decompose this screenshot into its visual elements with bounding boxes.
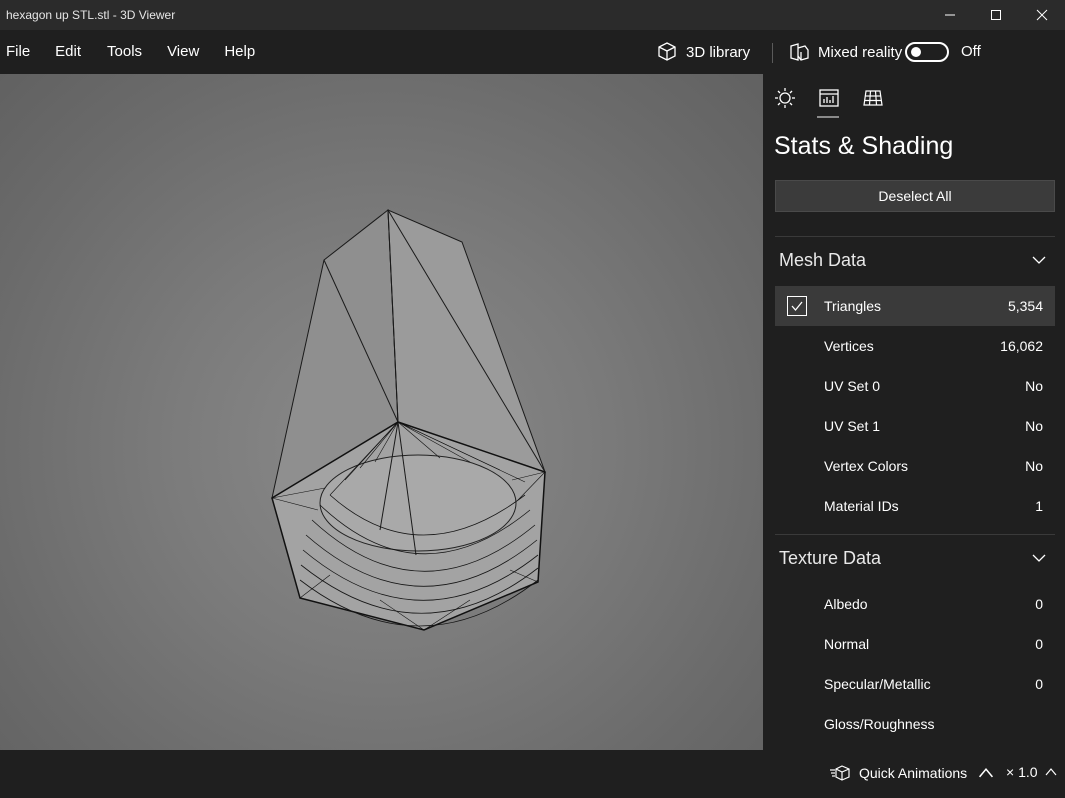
cube-icon [658, 42, 676, 61]
mesh-row-uv-set-1[interactable]: UV Set 1 No [775, 406, 1055, 446]
menu-file[interactable]: File [0, 30, 36, 74]
texture-data-header[interactable]: Texture Data [775, 538, 1055, 578]
triangles-checkbox[interactable] [787, 296, 807, 316]
3d-library-button[interactable]: 3D library [656, 30, 750, 74]
texture-data-title: Texture Data [779, 547, 882, 568]
section-divider [775, 236, 1055, 237]
bottom-bar: Quick Animations × 1.0 [0, 750, 1065, 798]
toolbar-divider [772, 43, 773, 63]
chevron-down-icon [1032, 256, 1046, 264]
row-label: Normal [824, 636, 870, 652]
speed-label: × 1.0 [1006, 764, 1038, 780]
mesh-row-vertices[interactable]: Vertices 16,062 [775, 326, 1055, 366]
row-value: 1 [1035, 498, 1043, 514]
row-label: Vertices [824, 338, 874, 354]
hexagon-model[interactable] [0, 74, 763, 750]
menu-tools[interactable]: Tools [101, 30, 148, 74]
tab-lighting[interactable] [773, 86, 797, 110]
mesh-row-vertex-colors[interactable]: Vertex Colors No [775, 446, 1055, 486]
chevron-up-icon [1045, 768, 1056, 776]
tab-stats-shading[interactable] [817, 86, 841, 110]
row-value: 0 [1035, 596, 1043, 612]
animation-icon [830, 765, 850, 781]
grid-icon [863, 90, 883, 106]
row-value: No [1025, 458, 1043, 474]
deselect-all-button[interactable]: Deselect All [775, 180, 1055, 212]
row-value: No [1025, 418, 1043, 434]
menu-help[interactable]: Help [218, 30, 261, 74]
mixed-reality-button[interactable]: Mixed reality [788, 30, 902, 74]
row-label: Material IDs [824, 498, 899, 514]
mesh-row-uv-set-0[interactable]: UV Set 0 No [775, 366, 1055, 406]
menu-edit[interactable]: Edit [49, 30, 87, 74]
panel-title: Stats & Shading [774, 132, 954, 160]
chevron-up-icon [979, 767, 994, 778]
row-value: No [1025, 378, 1043, 394]
texture-row-normal[interactable]: Normal 0 [775, 624, 1055, 664]
texture-row-gloss-roughness[interactable]: Gloss/Roughness [775, 704, 1055, 744]
3d-library-label: 3D library [686, 43, 751, 61]
minimize-button[interactable] [927, 0, 973, 30]
close-icon [1036, 9, 1048, 21]
active-tab-indicator [817, 116, 839, 118]
stats-icon [819, 89, 839, 107]
section-divider [775, 534, 1055, 535]
mesh-data-title: Mesh Data [779, 249, 867, 270]
mixed-reality-icon [790, 43, 809, 61]
menu-view[interactable]: View [161, 30, 205, 74]
row-label: Vertex Colors [824, 458, 909, 474]
maximize-icon [991, 10, 1001, 20]
close-button[interactable] [1019, 0, 1065, 30]
sun-icon [775, 88, 795, 108]
quick-animations-label: Quick Animations [859, 765, 968, 781]
toggle-state-label: Off [961, 43, 981, 60]
row-value: 0 [1035, 676, 1043, 692]
toggle-knob [911, 47, 921, 57]
tab-grid[interactable] [861, 86, 885, 110]
minimize-icon [945, 14, 955, 16]
3d-viewport[interactable] [0, 74, 763, 750]
title-bar: hexagon up STL.stl - 3D Viewer [0, 0, 1065, 30]
panel-tabs [763, 74, 1065, 120]
animation-speed-button[interactable]: × 1.0 [1006, 764, 1058, 780]
quick-animations-button[interactable]: Quick Animations [829, 764, 997, 782]
row-label: Specular/Metallic [824, 676, 931, 692]
mixed-reality-toggle[interactable] [905, 42, 949, 62]
menu-bar: File Edit Tools View Help 3D library Mix… [0, 30, 1065, 74]
mesh-row-triangles[interactable]: Triangles 5,354 [775, 286, 1055, 326]
side-panel: Stats & Shading Deselect All Mesh Data T… [763, 74, 1065, 750]
texture-row-albedo[interactable]: Albedo 0 [775, 584, 1055, 624]
checkmark-icon [791, 301, 803, 312]
mesh-data-header[interactable]: Mesh Data [775, 240, 1055, 280]
row-value: 5,354 [1007, 298, 1043, 314]
row-label: Gloss/Roughness [824, 716, 935, 732]
row-label: UV Set 0 [824, 378, 881, 394]
main-menu: File Edit Tools View Help [0, 30, 261, 74]
texture-row-specular-metallic[interactable]: Specular/Metallic 0 [775, 664, 1055, 704]
mesh-row-material-ids[interactable]: Material IDs 1 [775, 486, 1055, 526]
window-title: hexagon up STL.stl - 3D Viewer [6, 8, 176, 22]
row-label: UV Set 1 [824, 418, 881, 434]
row-value: 0 [1035, 636, 1043, 652]
maximize-button[interactable] [973, 0, 1019, 30]
row-value: 16,062 [1000, 338, 1043, 354]
row-label: Triangles [824, 298, 882, 314]
row-label: Albedo [824, 596, 868, 612]
mixed-reality-label: Mixed reality [818, 43, 903, 61]
chevron-down-icon [1032, 554, 1046, 562]
